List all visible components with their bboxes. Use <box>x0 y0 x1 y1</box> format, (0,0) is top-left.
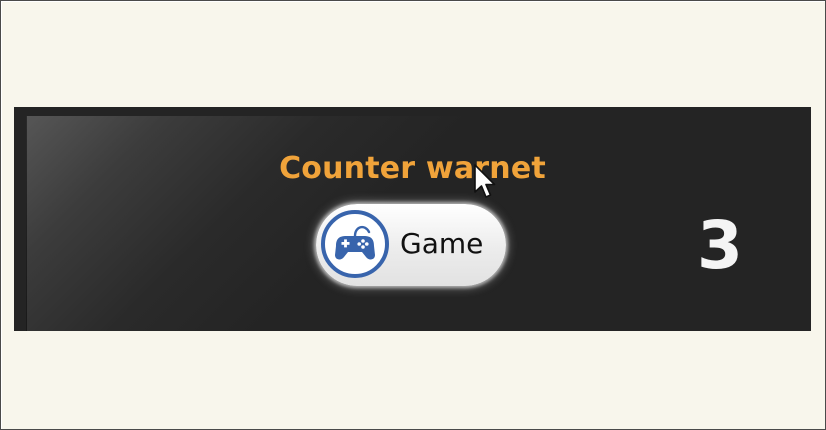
game-button[interactable]: Game <box>316 204 506 286</box>
window-frame: Counter warnet Game 3 <box>0 0 826 430</box>
counter-value: 3 <box>697 207 743 284</box>
gamepad-icon <box>321 210 389 278</box>
counter-panel: Counter warnet Game 3 <box>14 107 811 331</box>
panel-title: Counter warnet <box>279 151 546 186</box>
game-button-label: Game <box>400 227 484 260</box>
